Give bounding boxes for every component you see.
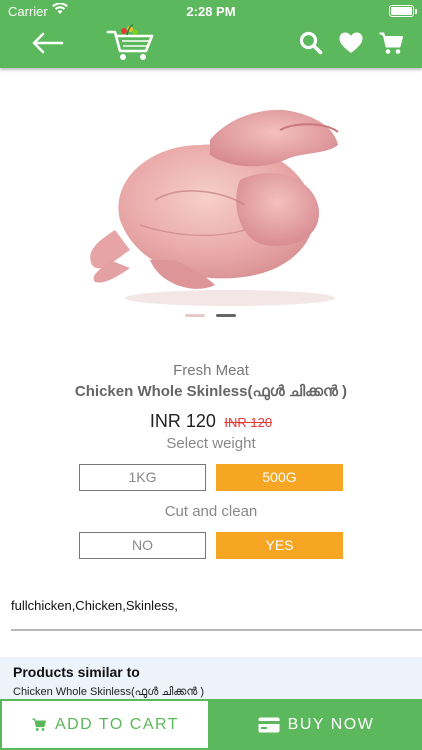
heart-icon[interactable]: [338, 30, 364, 56]
bottom-action-bar: ADD TO CART BUY NOW: [0, 699, 422, 750]
cart-icon[interactable]: [378, 30, 404, 56]
add-to-cart-label: ADD TO CART: [54, 715, 180, 733]
price-row: INR 120 INR 120: [0, 411, 422, 432]
cart-icon: [32, 718, 46, 731]
weight-option-500g[interactable]: 500G: [216, 464, 343, 491]
app-header: Carrier 2:28 PM: [0, 0, 422, 68]
search-icon[interactable]: [298, 30, 324, 56]
cut-option-no[interactable]: NO: [79, 532, 206, 559]
similar-product-item[interactable]: Chicken Whole Skinless(ഫുൾ ചിക്കൻ ): [13, 686, 204, 699]
product-price: INR 120: [149, 411, 216, 431]
product-price-old: INR 120: [224, 415, 273, 430]
product-detail-screen: Carrier 2:28 PM Fresh Meat Chicken Whole…: [0, 0, 422, 750]
product-category: Fresh Meat: [173, 362, 249, 379]
clock-time: 2:28 PM: [186, 4, 236, 19]
product-title: Chicken Whole Skinless(ഫുൾ ചിക്കൻ ): [74, 383, 348, 400]
status-bar: Carrier 2:28 PM: [0, 0, 422, 22]
buy-now-label: BUY NOW: [287, 715, 375, 733]
weight-option-1kg[interactable]: 1KG: [79, 464, 206, 491]
cut-option-yes[interactable]: YES: [216, 532, 343, 559]
add-to-cart-button[interactable]: ADD TO CART: [0, 699, 210, 750]
buy-now-button[interactable]: BUY NOW: [210, 699, 422, 750]
battery-icon: [389, 5, 414, 17]
image-carousel-indicator[interactable]: [185, 313, 237, 319]
cut-and-clean-label: Cut and clean: [164, 503, 258, 520]
whole-chicken-image: [90, 109, 339, 306]
carousel-dot-2-active[interactable]: [216, 314, 236, 317]
battery-tip: [415, 9, 417, 14]
cart-logo-icon[interactable]: [106, 24, 156, 62]
section-divider: [11, 629, 422, 631]
carousel-dot-1[interactable]: [185, 314, 205, 317]
credit-card-icon: [258, 717, 280, 732]
back-arrow-icon[interactable]: [30, 30, 66, 56]
select-weight-label: Select weight: [166, 435, 256, 452]
product-tags: fullchicken,Chicken,Skinless,: [11, 598, 178, 613]
similar-products-title: Products similar to: [13, 664, 140, 680]
